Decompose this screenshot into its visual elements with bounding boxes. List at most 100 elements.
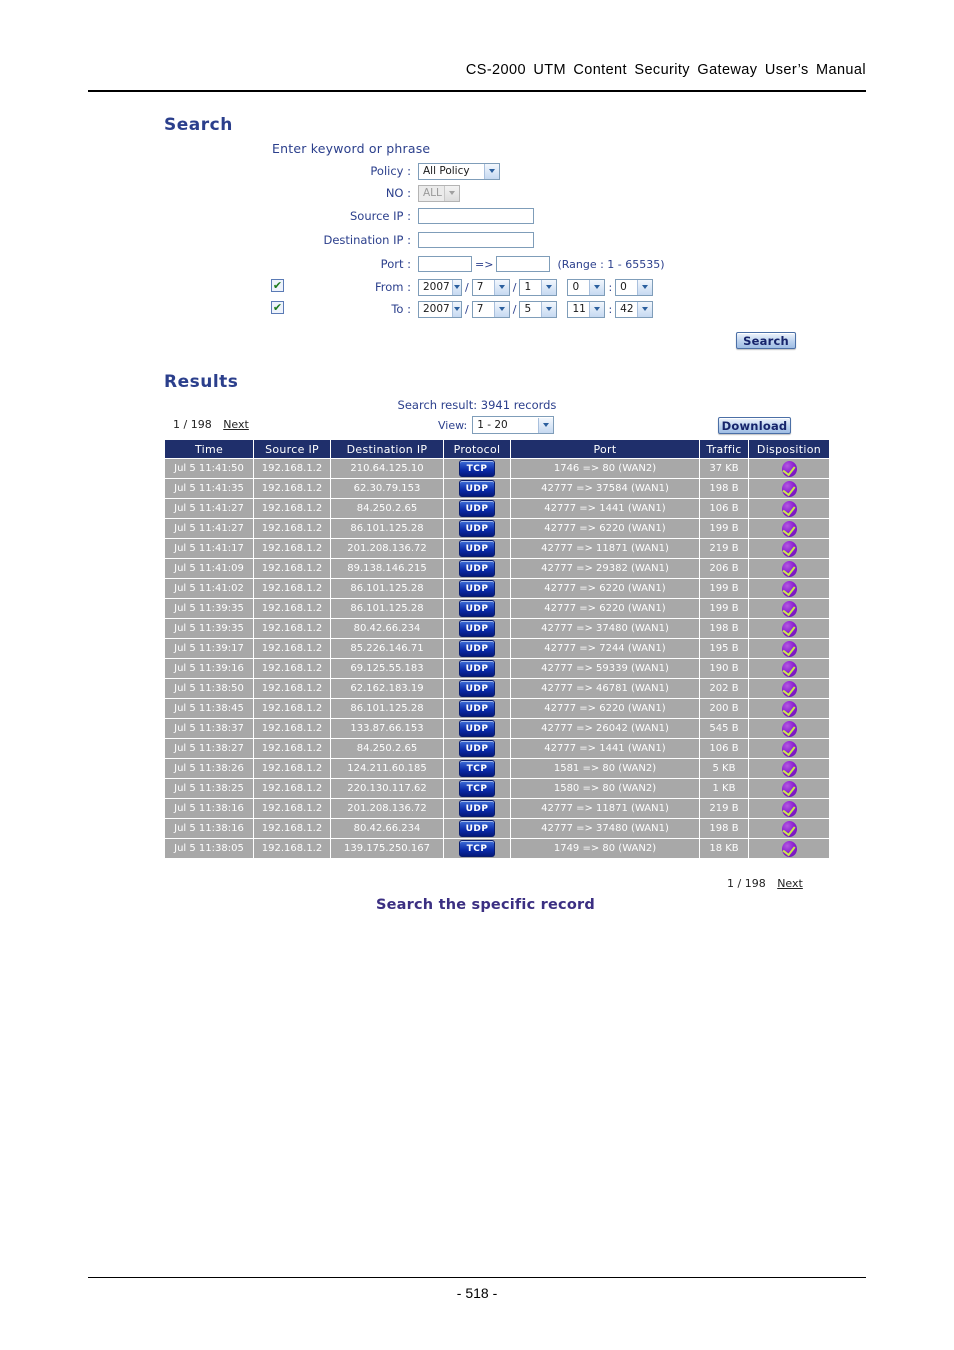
source-ip-label: Source IP : [349,209,411,223]
protocol-badge: UDP [459,600,495,617]
chevron-down-icon [589,301,605,317]
cell-source-ip: 192.168.1.2 [254,779,330,798]
cell-source-ip: 192.168.1.2 [254,599,330,618]
from-label: From : [374,280,411,294]
to-day-value: 5 [524,303,532,315]
allow-check-icon [781,460,797,477]
time-separator: : [608,280,613,294]
date-separator: / [465,280,469,294]
cell-traffic: 199 B [700,579,748,598]
table-row: Jul 5 11:38:50 192.168.1.2 62.162.183.19 UD… [165,679,829,698]
table-row: Jul 5 11:41:27 192.168.1.2 84.250.2.65 UDP 4… [165,499,829,518]
allow-check-icon [781,580,797,597]
cell-protocol: UDP [444,659,510,678]
cell-destination-ip: 84.250.2.65 [331,739,443,758]
no-label: NO : [385,186,411,200]
cell-protocol: UDP [444,639,510,658]
port-to-input[interactable] [496,256,551,272]
protocol-badge: TCP [459,840,495,857]
to-day-select[interactable]: 5 [519,300,558,318]
to-hour-select[interactable]: 11 [567,300,606,318]
from-day-select[interactable]: 1 [519,278,558,296]
policy-select[interactable]: All Policy [418,162,500,180]
no-select[interactable]: ALL [418,184,460,202]
to-minute-value: 42 [620,303,634,315]
cell-source-ip: 192.168.1.2 [254,639,330,658]
cell-time: Jul 5 11:39:35 [165,599,253,618]
form-row-from: ✔ From : 2007 / 7 / 1 0 : 0 [271,276,692,298]
from-year-value: 2007 [423,281,450,293]
protocol-badge: UDP [459,580,495,597]
cell-source-ip: 192.168.1.2 [254,579,330,598]
cell-port: 42777 => 6220 (WAN1) [511,519,699,538]
cell-traffic: 106 B [700,499,748,518]
cell-protocol: UDP [444,679,510,698]
result-count-text: Search result: 3941 records [397,398,557,412]
cell-disposition [749,499,829,518]
table-row: Jul 5 11:38:16 192.168.1.2 201.208.136.72 U… [165,799,829,818]
cell-disposition [749,699,829,718]
to-month-select[interactable]: 7 [471,300,510,318]
to-minute-select[interactable]: 42 [615,300,654,318]
cell-disposition [749,619,829,638]
cell-time: Jul 5 11:38:25 [165,779,253,798]
table-row: Jul 5 11:41:02 192.168.1.2 86.101.125.28 UD… [165,579,829,598]
destination-ip-input[interactable] [418,232,534,248]
allow-check-icon [781,560,797,577]
manual-header-title: CS-2000 UTM Content Security Gateway Use… [465,62,866,78]
from-enable-checkbox[interactable]: ✔ [271,279,284,292]
port-range-note: (Range : 1 - 65535) [557,257,665,271]
pager-top-next-link[interactable]: Next [223,418,249,431]
cell-port: 42777 => 59339 (WAN1) [511,659,699,678]
from-month-select[interactable]: 7 [471,278,510,296]
cell-protocol: UDP [444,579,510,598]
source-ip-input[interactable] [418,208,534,224]
to-month-value: 7 [476,303,484,315]
to-year-value: 2007 [423,303,450,315]
download-button[interactable]: Download [718,417,791,434]
form-row-to: ✔ To : 2007 / 7 / 5 11 : 42 [271,298,692,320]
table-row: Jul 5 11:38:26 192.168.1.2 124.211.60.185 T… [165,759,829,778]
table-row: Jul 5 11:38:45 192.168.1.2 86.101.125.28 UD… [165,699,829,718]
port-from-input[interactable] [418,256,472,272]
from-hour-select[interactable]: 0 [567,278,606,296]
cell-time: Jul 5 11:38:26 [165,759,253,778]
cell-port: 42777 => 46781 (WAN1) [511,679,699,698]
table-row: Jul 5 11:38:27 192.168.1.2 84.250.2.65 UDP 4… [165,739,829,758]
form-row-policy: Policy : All Policy [272,160,692,182]
form-row-destination-ip: Destination IP : [272,228,692,252]
allow-check-icon [781,520,797,537]
view-range-select[interactable]: 1 - 20 [472,416,555,434]
column-header-port: Port [511,440,699,458]
view-selector-group: View: 1 - 20 [438,416,555,434]
column-header-time: Time [165,440,253,458]
cell-time: Jul 5 11:39:17 [165,639,253,658]
cell-destination-ip: 86.101.125.28 [331,599,443,618]
cell-time: Jul 5 11:41:27 [165,499,253,518]
cell-disposition [749,579,829,598]
search-button[interactable]: Search [736,332,796,349]
cell-port: 42777 => 6220 (WAN1) [511,579,699,598]
column-header-traffic: Traffic [700,440,748,458]
cell-port: 42777 => 11871 (WAN1) [511,799,699,818]
cell-port: 1580 => 80 (WAN2) [511,779,699,798]
pager-bottom: 1 / 198 Next [727,877,803,890]
allow-check-icon [781,700,797,717]
from-minute-select[interactable]: 0 [615,278,654,296]
cell-port: 42777 => 1441 (WAN1) [511,499,699,518]
date-separator: / [512,302,517,316]
cell-protocol: UDP [444,819,510,838]
protocol-badge: UDP [459,700,495,717]
cell-traffic: 545 B [700,719,748,738]
to-year-select[interactable]: 2007 [418,300,462,318]
cell-traffic: 198 B [700,479,748,498]
pager-bottom-next-link[interactable]: Next [777,877,803,890]
header-divider [88,90,866,92]
from-year-select[interactable]: 2007 [418,278,462,296]
cell-disposition [749,459,829,478]
form-row-no: NO : ALL [272,182,692,204]
to-enable-checkbox[interactable]: ✔ [271,301,284,314]
table-row: Jul 5 11:41:27 192.168.1.2 86.101.125.28 UD… [165,519,829,538]
port-range-separator: => [475,257,494,271]
cell-port: 42777 => 37584 (WAN1) [511,479,699,498]
